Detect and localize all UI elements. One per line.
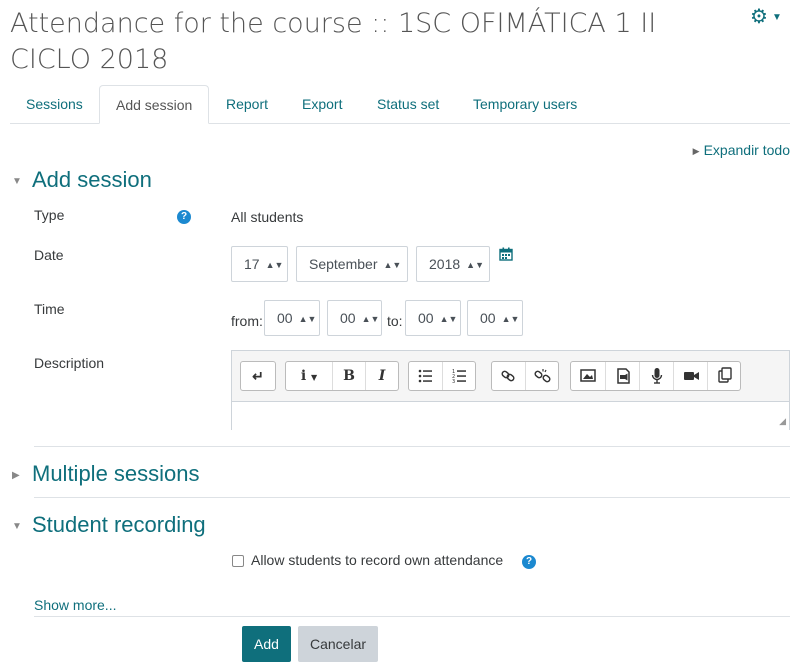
record-video-icon[interactable] (673, 362, 707, 390)
allow-self-record-checkbox[interactable] (232, 555, 244, 567)
select-arrows-icon: ▲▼ (439, 314, 458, 325)
divider (34, 616, 790, 617)
tab-bar: Sessions Add session Report Export Statu… (10, 85, 790, 124)
description-label: Description (34, 355, 105, 371)
record-audio-icon[interactable] (639, 362, 673, 390)
section-student-recording-title: Student recording (32, 512, 206, 537)
toolbar-group-collapse: ↵ (240, 361, 276, 391)
svg-text:3: 3 (452, 379, 455, 385)
time-from-minute-select[interactable]: 00 ▲▼ (327, 300, 382, 336)
description-editor: ↵ i ▼ B I 123 ◢ (231, 350, 790, 430)
time-to-minute-select[interactable]: 00 ▲▼ (467, 300, 523, 336)
section-multiple-sessions[interactable]: ▶ Multiple sessions (12, 461, 200, 487)
toolbar-group-lists: 123 (408, 361, 476, 391)
link-icon[interactable] (492, 362, 525, 390)
time-from-label: from: (231, 313, 263, 329)
unordered-list-icon[interactable] (409, 362, 442, 390)
calendar-icon[interactable] (499, 247, 513, 261)
time-from-minute-value: 00 (340, 310, 356, 326)
date-year-value: 2018 (429, 256, 461, 272)
select-arrows-icon: ▲▼ (466, 260, 484, 271)
triangle-right-icon: ▶ (692, 145, 700, 156)
toolbar-group-style: i ▼ B I (285, 361, 399, 391)
select-arrows-icon: ▲▼ (383, 260, 402, 271)
time-to-hour-value: 00 (418, 310, 434, 326)
tab-status-set[interactable]: Status set (361, 85, 455, 123)
section-student-recording[interactable]: ▼ Student recording (12, 512, 206, 538)
expand-icon: ▶ (12, 469, 20, 481)
select-arrows-icon: ▲▼ (298, 314, 317, 325)
date-month-value: September (309, 256, 378, 272)
italic-icon[interactable]: I (365, 362, 398, 390)
help-icon[interactable]: ? (522, 555, 536, 569)
time-from-hour-select[interactable]: 00 ▲▼ (264, 300, 320, 336)
expand-all-link[interactable]: ▶ Expandir todo (693, 142, 790, 158)
gear-icon[interactable]: ⚙ (750, 6, 768, 28)
date-day-select[interactable]: 17 ▲▼ (231, 246, 288, 282)
unlink-icon[interactable] (525, 362, 558, 390)
tab-temporary-users[interactable]: Temporary users (457, 85, 593, 123)
date-month-select[interactable]: September ▲▼ (296, 246, 408, 282)
ordered-list-icon[interactable]: 123 (442, 362, 475, 390)
page-title: Attendance for the course :: 1SC OFIMÁTI… (10, 8, 657, 75)
tab-sessions[interactable]: Sessions (10, 85, 99, 123)
show-more-link[interactable]: Show more... (34, 597, 116, 613)
date-year-select[interactable]: 2018 ▲▼ (416, 246, 490, 282)
divider (34, 446, 790, 447)
tab-export[interactable]: Export (286, 85, 358, 123)
select-arrows-icon: ▲▼ (361, 314, 380, 325)
collapse-icon: ▼ (12, 520, 22, 532)
toolbar-group-media (570, 361, 741, 391)
settings-menu[interactable]: ⚙ ▼ (750, 4, 782, 29)
help-icon[interactable]: ? (177, 210, 191, 224)
tab-report[interactable]: Report (210, 85, 284, 123)
date-label: Date (34, 247, 64, 263)
select-arrows-icon: ▲▼ (501, 314, 520, 325)
add-button[interactable]: Add (242, 626, 291, 662)
type-label: Type (34, 207, 65, 223)
collapse-icon: ▼ (12, 175, 22, 187)
allow-self-record-label: Allow students to record own attendance (251, 552, 504, 568)
section-multiple-sessions-title: Multiple sessions (32, 461, 200, 486)
description-textarea[interactable] (232, 401, 789, 430)
toolbar-group-links (491, 361, 559, 391)
time-to-hour-select[interactable]: 00 ▲▼ (405, 300, 461, 336)
time-to-label: to: (387, 313, 403, 329)
collapse-toolbar-icon[interactable]: ↵ (241, 362, 275, 390)
manage-files-icon[interactable] (707, 362, 741, 390)
type-value: All students (231, 209, 304, 225)
paragraph-style-icon[interactable]: i ▼ (286, 362, 332, 390)
date-day-value: 17 (244, 256, 260, 272)
expand-all-label: Expandir todo (703, 142, 790, 158)
image-icon[interactable] (571, 362, 605, 390)
section-add-session[interactable]: ▼ Add session (12, 167, 152, 193)
chevron-down-icon: ▼ (771, 12, 782, 24)
select-arrows-icon: ▲▼ (265, 260, 284, 271)
resize-handle-icon[interactable]: ◢ (779, 416, 786, 427)
section-add-session-title: Add session (32, 167, 152, 192)
time-from-hour-value: 00 (277, 310, 293, 326)
time-to-minute-value: 00 (480, 310, 496, 326)
divider (34, 497, 790, 498)
media-icon[interactable] (605, 362, 639, 390)
tab-add-session[interactable]: Add session (99, 85, 210, 124)
time-label: Time (34, 301, 65, 317)
cancel-button[interactable]: Cancelar (298, 626, 379, 662)
bold-icon[interactable]: B (332, 362, 365, 390)
